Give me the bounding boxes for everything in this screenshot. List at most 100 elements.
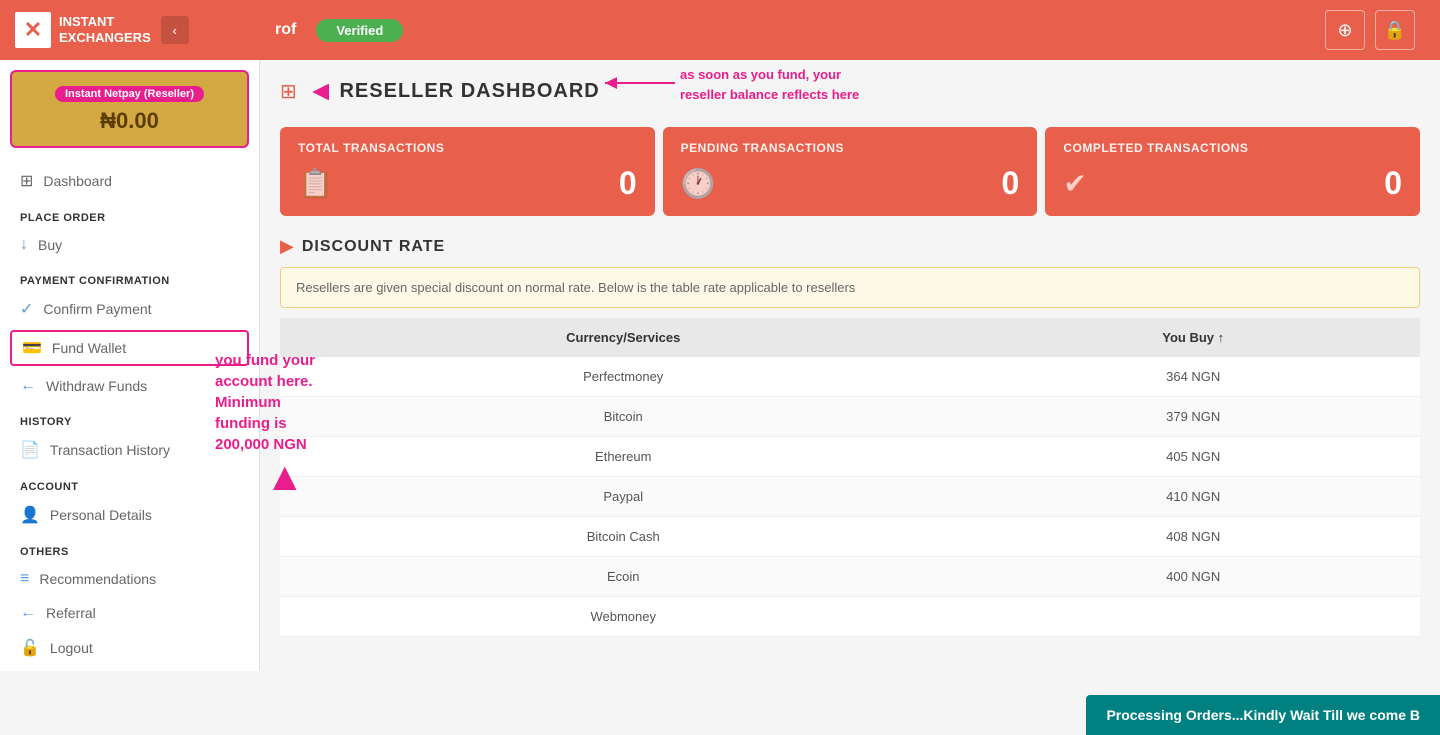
sidebar-item-transaction-history[interactable]: 📄 Transaction History bbox=[0, 432, 259, 468]
cell-currency: Webmoney bbox=[280, 597, 966, 637]
main-layout: Instant Netpay (Reseller) ₦0.00 ⊞ Dashbo… bbox=[0, 60, 1440, 735]
cell-currency: Perfectmoney bbox=[280, 357, 966, 397]
android-icon-button[interactable]: ⊕ bbox=[1325, 10, 1365, 50]
table-row: Bitcoin379 NGN bbox=[280, 397, 1420, 437]
sidebar-item-confirm-payment[interactable]: ✓ Confirm Payment bbox=[0, 291, 259, 327]
logo-box: ✕ INSTANT EXCHANGERS bbox=[15, 12, 151, 48]
dashboard-header-wrapper: ⊞ ◄ RESELLER DASHBOARD as soon as you fu… bbox=[260, 60, 1440, 117]
sidebar-item-buy[interactable]: ↓ Buy bbox=[0, 228, 259, 262]
header-icons: ⊕ 🔒 bbox=[1325, 10, 1415, 50]
sidebar-item-label: Referral bbox=[46, 605, 96, 621]
sidebar-wrapper: Instant Netpay (Reseller) ₦0.00 ⊞ Dashbo… bbox=[0, 60, 260, 735]
sidebar-item-recommendations[interactable]: ≡ Recommendations bbox=[0, 562, 259, 596]
document-icon: 📄 bbox=[20, 440, 40, 460]
dashboard-header: ⊞ ◄ RESELLER DASHBOARD as soon as you fu… bbox=[260, 60, 1440, 117]
sidebar-item-label: Fund Wallet bbox=[52, 340, 126, 356]
sidebar-item-label: Withdraw Funds bbox=[46, 378, 147, 394]
referral-arrow-icon: ← bbox=[20, 604, 36, 622]
stat-card-completed-title: COMPLETED TRANSACTIONS bbox=[1063, 141, 1402, 155]
section-title-place-order: PLACE ORDER bbox=[0, 204, 259, 228]
cell-currency: Bitcoin bbox=[280, 397, 966, 437]
cell-rate: 408 NGN bbox=[966, 517, 1420, 557]
sidebar-item-label: Logout bbox=[50, 640, 93, 656]
sidebar-item-dashboard[interactable]: ⊞ Dashboard bbox=[0, 163, 259, 199]
logo-text: INSTANT EXCHANGERS bbox=[59, 14, 151, 45]
cell-currency: Paypal bbox=[280, 477, 966, 517]
card-icon: 💳 bbox=[22, 338, 42, 358]
sidebar-item-label: Buy bbox=[38, 237, 62, 253]
stat-card-total-value: 0 bbox=[619, 165, 637, 202]
balance-card: Instant Netpay (Reseller) ₦0.00 bbox=[10, 70, 249, 148]
table-row: Ethereum405 NGN bbox=[280, 437, 1420, 477]
list-icon: ≡ bbox=[20, 570, 29, 588]
section-title-payment-confirmation: PAYMENT CONFIRMATION bbox=[0, 267, 259, 291]
sidebar-toggle-button[interactable]: ‹ bbox=[161, 16, 189, 44]
table-row: Paypal410 NGN bbox=[280, 477, 1420, 517]
checkmark-icon: ✓ bbox=[20, 299, 33, 319]
stat-card-completed: COMPLETED TRANSACTIONS ✔ 0 bbox=[1045, 127, 1420, 216]
sidebar-item-label: Transaction History bbox=[50, 442, 170, 458]
section-arrow-icon: ▶ bbox=[280, 236, 294, 257]
cell-rate: 405 NGN bbox=[966, 437, 1420, 477]
balance-label: Instant Netpay (Reseller) bbox=[55, 86, 204, 102]
stat-card-completed-body: ✔ 0 bbox=[1063, 165, 1402, 202]
clock-icon: 🕐 bbox=[681, 167, 716, 200]
sidebar: Instant Netpay (Reseller) ₦0.00 ⊞ Dashbo… bbox=[0, 60, 260, 671]
stats-row: TOTAL TRANSACTIONS 📋 0 PENDING TRANSACTI… bbox=[260, 117, 1440, 226]
dashboard-arrow-icon: ◄ bbox=[307, 75, 335, 107]
lock-icon-button[interactable]: 🔒 bbox=[1375, 10, 1415, 50]
section-title-account: ACCOUNT bbox=[0, 473, 259, 497]
sidebar-item-label: Recommendations bbox=[39, 571, 156, 587]
user-icon: 👤 bbox=[20, 505, 40, 525]
discount-section-header: ▶ DISCOUNT RATE bbox=[280, 236, 1420, 257]
dashboard-grid-icon: ⊞ bbox=[280, 79, 297, 104]
left-arrow-icon: ← bbox=[20, 377, 36, 395]
sidebar-item-label: Confirm Payment bbox=[43, 301, 151, 317]
stat-card-completed-value: 0 bbox=[1384, 165, 1402, 202]
sidebar-item-logout[interactable]: 🔓 Logout bbox=[0, 630, 259, 666]
col-header-currency: Currency/Services bbox=[280, 318, 966, 357]
processing-banner: Processing Orders...Kindly Wait Till we … bbox=[1086, 695, 1440, 735]
sidebar-item-fund-wallet[interactable]: 💳 Fund Wallet bbox=[10, 330, 249, 366]
rate-table: Currency/Services You Buy ↑ Perfectmoney… bbox=[280, 318, 1420, 637]
grid-icon: ⊞ bbox=[20, 171, 33, 191]
table-row: Ecoin400 NGN bbox=[280, 557, 1420, 597]
doc-icon: 📋 bbox=[298, 167, 333, 200]
table-header-row: Currency/Services You Buy ↑ bbox=[280, 318, 1420, 357]
cell-rate: 410 NGN bbox=[966, 477, 1420, 517]
stat-card-total-body: 📋 0 bbox=[298, 165, 637, 202]
sidebar-item-withdraw-funds[interactable]: ← Withdraw Funds bbox=[0, 369, 259, 403]
down-arrow-icon: ↓ bbox=[20, 236, 28, 254]
content-area: ⊞ ◄ RESELLER DASHBOARD as soon as you fu… bbox=[260, 60, 1440, 735]
balance-amount: ₦0.00 bbox=[27, 108, 232, 134]
cell-currency: Ecoin bbox=[280, 557, 966, 597]
stat-card-pending-body: 🕐 0 bbox=[681, 165, 1020, 202]
table-row: Bitcoin Cash408 NGN bbox=[280, 517, 1420, 557]
sidebar-item-referral[interactable]: ← Referral bbox=[0, 596, 259, 630]
sidebar-item-personal-details[interactable]: 👤 Personal Details bbox=[0, 497, 259, 533]
discount-info-banner: Resellers are given special discount on … bbox=[280, 267, 1420, 308]
sidebar-nav: ⊞ Dashboard PLACE ORDER ↓ Buy PAYMENT CO… bbox=[0, 158, 259, 671]
table-row: Perfectmoney364 NGN bbox=[280, 357, 1420, 397]
discount-section-title: DISCOUNT RATE bbox=[302, 238, 445, 256]
stat-card-pending-value: 0 bbox=[1002, 165, 1020, 202]
balance-annotation: as soon as you fund, yourreseller balanc… bbox=[680, 65, 859, 104]
sidebar-item-label: Personal Details bbox=[50, 507, 152, 523]
cell-rate: 379 NGN bbox=[966, 397, 1420, 437]
stat-card-total: TOTAL TRANSACTIONS 📋 0 bbox=[280, 127, 655, 216]
col-header-rate: You Buy ↑ bbox=[966, 318, 1420, 357]
table-row: Webmoney bbox=[280, 597, 1420, 637]
stat-card-pending: PENDING TRANSACTIONS 🕐 0 bbox=[663, 127, 1038, 216]
top-header: ✕ INSTANT EXCHANGERS ‹ rof Verified ⊕ 🔒 bbox=[0, 0, 1440, 60]
stat-card-pending-title: PENDING TRANSACTIONS bbox=[681, 141, 1020, 155]
cell-rate bbox=[966, 597, 1420, 637]
section-title-others: OTHERS bbox=[0, 538, 259, 562]
cell-rate: 364 NGN bbox=[966, 357, 1420, 397]
discount-section: ▶ DISCOUNT RATE Resellers are given spec… bbox=[260, 226, 1440, 647]
logo-x-icon: ✕ bbox=[15, 12, 51, 48]
stat-card-total-title: TOTAL TRANSACTIONS bbox=[298, 141, 637, 155]
username-label: rof bbox=[275, 21, 296, 39]
header-middle: rof Verified bbox=[255, 19, 1325, 42]
section-title-history: HISTORY bbox=[0, 408, 259, 432]
checkmark-completed-icon: ✔ bbox=[1063, 167, 1086, 200]
